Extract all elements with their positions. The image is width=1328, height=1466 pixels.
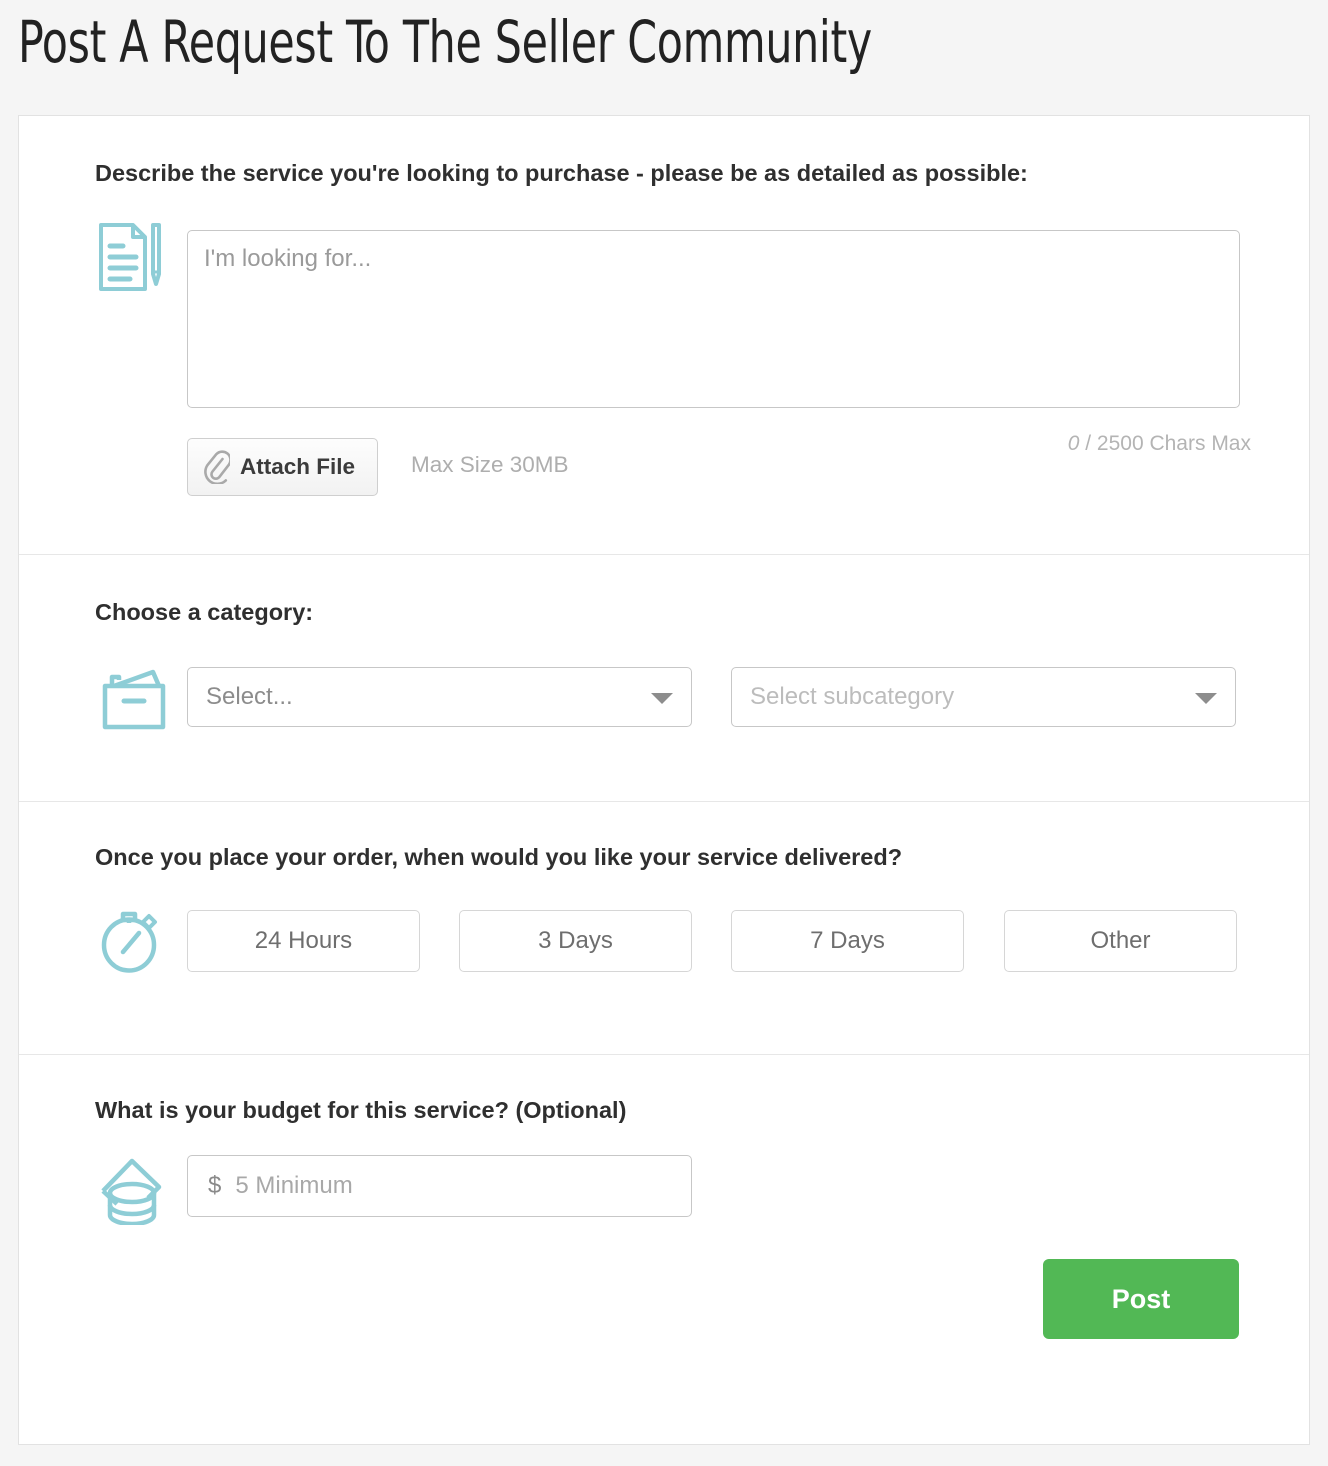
char-counter: 0 / 2500 Chars Max (1068, 432, 1251, 456)
currency-symbol: $ (208, 1172, 222, 1199)
char-counter-suffix: / 2500 Chars Max (1079, 432, 1251, 455)
chevron-down-icon (651, 693, 673, 704)
budget-input[interactable]: $ 5 Minimum (187, 1155, 692, 1217)
budget-label: What is your budget for this service? (O… (95, 1097, 627, 1123)
attach-file-button[interactable]: Attach File (187, 438, 379, 496)
delivery-option-label: 7 Days (810, 927, 885, 954)
delivery-option-3-days[interactable]: 3 Days (459, 910, 692, 972)
delivery-time-section: Once you place your order, when would yo… (19, 802, 1309, 1055)
subcategory-select-value: Select subcategory (750, 683, 955, 710)
document-pencil-icon (97, 222, 161, 292)
request-form-card: Describe the service you're looking to p… (18, 115, 1310, 1445)
page-title: Post A Request To The Seller Community (18, 8, 872, 76)
char-counter-current: 0 (1067, 432, 1080, 455)
describe-service-label: Describe the service you're looking to p… (95, 160, 1028, 186)
delivery-option-7-days[interactable]: 7 Days (731, 910, 964, 972)
category-select-value: Select... (206, 683, 293, 710)
max-size-note: Max Size 30MB (411, 452, 569, 477)
category-select[interactable]: Select... (187, 667, 692, 727)
choose-category-label: Choose a category: (95, 599, 314, 625)
attach-file-label: Attach File (240, 454, 356, 479)
delivery-time-label: Once you place your order, when would yo… (95, 844, 903, 870)
subcategory-select[interactable]: Select subcategory (731, 667, 1236, 727)
delivery-option-label: Other (1090, 927, 1151, 954)
post-request-page: Post A Request To The Seller Community D… (0, 0, 1328, 1466)
stopwatch-icon (99, 902, 167, 974)
service-description-input[interactable] (187, 230, 1240, 408)
file-box-icon (101, 667, 167, 731)
delivery-option-label: 3 Days (538, 927, 613, 954)
delivery-option-other[interactable]: Other (1004, 910, 1237, 972)
delivery-option-label: 24 Hours (254, 927, 353, 954)
budget-section: What is your budget for this service? (O… (19, 1055, 1309, 1441)
budget-placeholder: 5 Minimum (235, 1172, 353, 1199)
delivery-option-24-hours[interactable]: 24 Hours (187, 910, 420, 972)
describe-service-section: Describe the service you're looking to p… (19, 116, 1309, 555)
paperclip-icon (204, 450, 230, 484)
choose-category-section: Choose a category: Select... Select subc… (19, 555, 1309, 802)
coins-icon (99, 1155, 165, 1225)
chevron-down-icon (1195, 693, 1217, 704)
post-button[interactable]: Post (1043, 1259, 1239, 1339)
